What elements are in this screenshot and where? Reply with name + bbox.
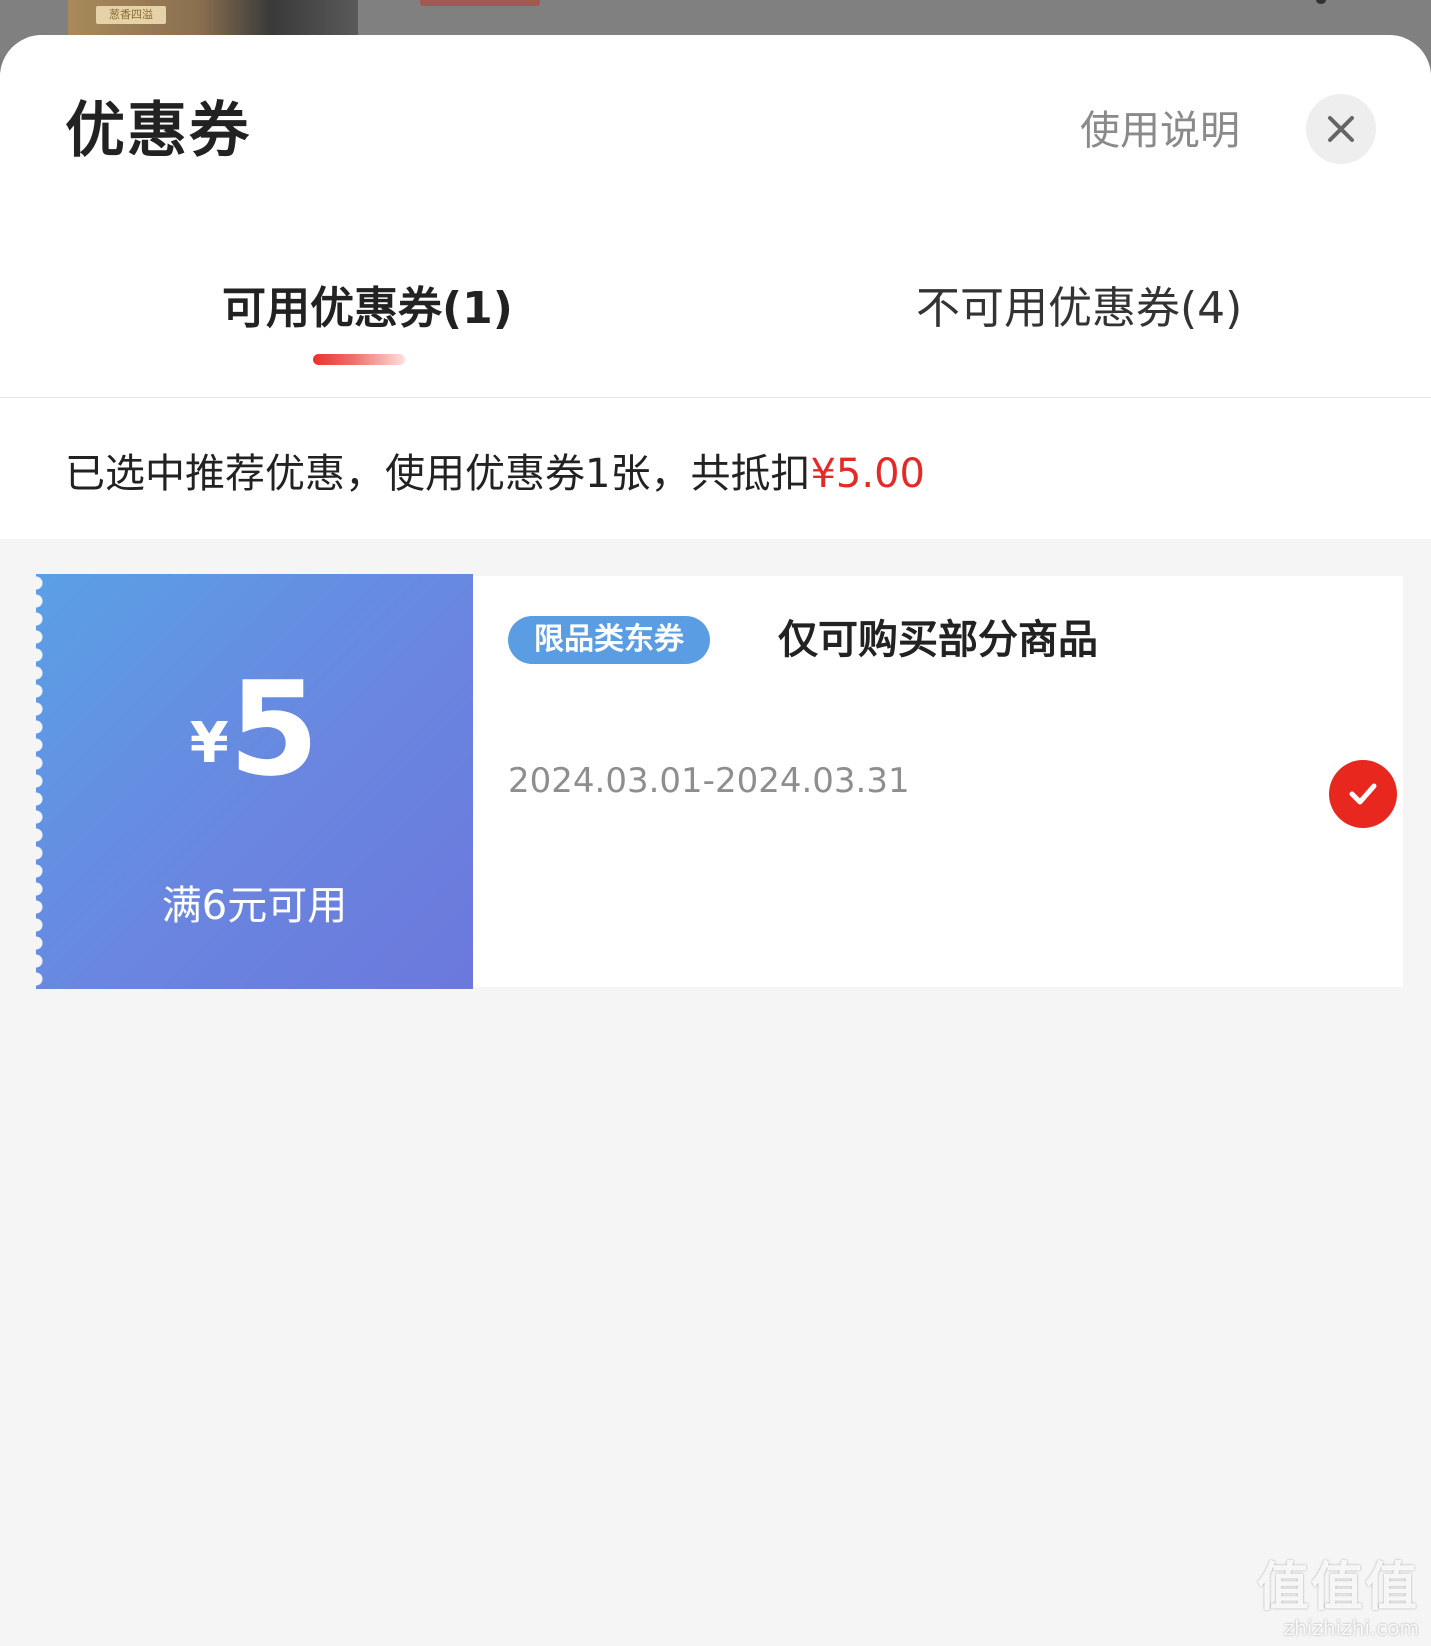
watermark-url: zhizhizhi.com — [1283, 1616, 1419, 1640]
close-icon — [1328, 116, 1354, 142]
watermark: 值值值 zhizhizhi.com — [1257, 1560, 1419, 1640]
coupon-value-panel: ¥5 满6元可用 — [36, 574, 473, 989]
tab-divider — [0, 397, 1431, 398]
coupon-price: ¥5 — [36, 664, 473, 794]
coupon-condition: 满6元可用 — [161, 883, 348, 929]
coupon-type-tag: 限品类东券 — [508, 616, 710, 664]
coupon-card[interactable]: ¥5 满6元可用 限品类东券 仅可购买部分商品 2024.03.01-2024.… — [36, 574, 1403, 989]
discount-amount: ¥5.00 — [810, 451, 925, 497]
coupon-details-panel: 限品类东券 仅可购买部分商品 2024.03.01-2024.03.31 — [473, 576, 1403, 987]
coupon-validity: 2024.03.01-2024.03.31 — [508, 761, 910, 801]
active-tab-indicator — [313, 354, 405, 365]
watermark-logo: 值值值 — [1256, 1558, 1419, 1618]
coupon-description: 仅可购买部分商品 — [778, 617, 1098, 663]
coupon-value: 5 — [228, 653, 320, 805]
coupon-currency: ¥ — [189, 711, 229, 776]
close-button[interactable] — [1306, 94, 1376, 164]
checkmark-icon — [1349, 783, 1377, 805]
background-thumb-label: 葱香四溢 — [96, 6, 166, 24]
coupon-select-checkbox[interactable] — [1329, 760, 1397, 828]
selection-summary: 已选中推荐优惠，使用优惠券1张，共抵扣¥5.00 — [65, 444, 925, 504]
sheet-title: 优惠券 — [65, 96, 251, 166]
tab-available-coupons[interactable]: 可用优惠券(1) — [222, 276, 513, 342]
usage-instructions-link[interactable]: 使用说明 — [1080, 101, 1240, 161]
coupon-sheet: 优惠券 使用说明 可用优惠券(1) 不可用优惠券(4) 已选中推荐优惠，使用优惠… — [0, 35, 1431, 1646]
background-dot — [1316, 0, 1326, 4]
background-price — [420, 0, 540, 6]
tab-unavailable-coupons[interactable]: 不可用优惠券(4) — [916, 276, 1242, 342]
summary-text: 已选中推荐优惠，使用优惠券1张，共抵扣 — [65, 451, 811, 497]
